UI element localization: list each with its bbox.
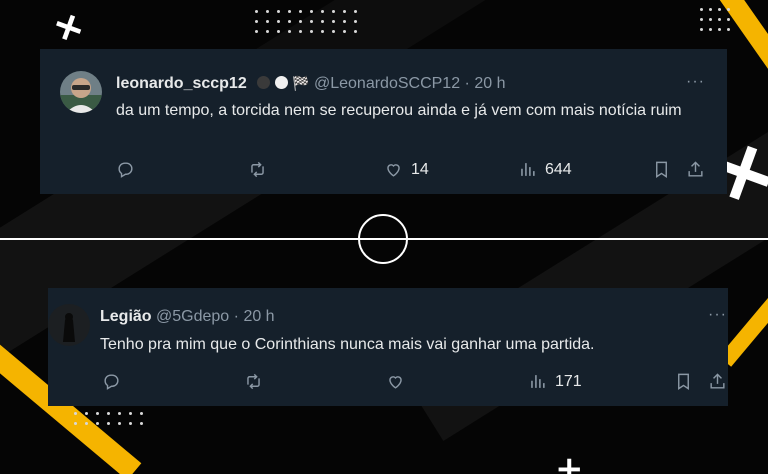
dot-pattern: [255, 10, 357, 33]
tweet-text: Tenho pra mim que o Corinthians nunca ma…: [100, 336, 595, 353]
views-count: 644: [545, 160, 572, 178]
bookmark-icon: [678, 373, 689, 390]
checkered-flag-icon: 🏁: [292, 75, 310, 91]
dot-pattern: [700, 8, 730, 31]
separator: ·: [233, 308, 239, 325]
share-button[interactable]: [686, 160, 705, 179]
plus-decoration: +: [45, 0, 93, 55]
avatar[interactable]: [48, 304, 90, 346]
views-button[interactable]: 171: [528, 372, 582, 391]
like-button[interactable]: 14: [384, 160, 429, 179]
handle[interactable]: @5Gdepo: [156, 308, 229, 325]
share-icon: [688, 161, 703, 177]
share-icon: [710, 373, 725, 389]
reply-button[interactable]: [102, 372, 129, 391]
retweet-icon: [247, 373, 260, 390]
center-circle: [358, 214, 408, 264]
tweet-header: leonardo_sccp12 🏁 @LeonardoSCCP12 · 20 h: [116, 75, 505, 93]
reply-icon: [118, 162, 133, 178]
circle-badge-icon: [274, 76, 288, 89]
timestamp[interactable]: 20 h: [243, 308, 274, 325]
dot-pattern: [74, 412, 143, 425]
tweet-header: Legião @5Gdepo · 20 h: [100, 308, 275, 326]
avatar[interactable]: [60, 71, 102, 113]
avatar-image: [48, 304, 90, 346]
circle-badge-icon: [257, 76, 271, 89]
reply-icon: [104, 374, 119, 390]
bookmark-icon: [656, 161, 667, 178]
display-name[interactable]: Legião: [100, 308, 152, 325]
bookmark-button[interactable]: [674, 372, 693, 391]
retweet-icon: [251, 161, 264, 178]
avatar-image: [60, 71, 102, 113]
separator: ·: [464, 75, 470, 92]
timestamp[interactable]: 20 h: [474, 75, 505, 92]
plus-decoration: +: [555, 449, 584, 474]
handle[interactable]: @LeonardoSCCP12: [314, 75, 460, 92]
views-icon: [531, 375, 545, 388]
more-options-icon[interactable]: ···: [686, 73, 705, 91]
reply-button[interactable]: [116, 160, 143, 179]
heart-icon: [387, 164, 400, 177]
tweet-card[interactable]: Legião @5Gdepo · 20 h ··· Tenho pra mim …: [48, 288, 728, 406]
views-button[interactable]: 644: [518, 160, 572, 179]
views-count: 171: [555, 372, 582, 390]
heart-icon: [389, 376, 402, 389]
bookmark-button[interactable]: [652, 160, 671, 179]
views-icon: [521, 163, 535, 176]
share-button[interactable]: [708, 372, 727, 391]
like-count: 14: [411, 160, 429, 178]
tweet-text: da um tempo, a torcida nem se recuperou …: [116, 102, 682, 119]
retweet-button[interactable]: [244, 372, 271, 391]
tweet-card[interactable]: leonardo_sccp12 🏁 @LeonardoSCCP12 · 20 h…: [40, 49, 727, 194]
display-name[interactable]: leonardo_sccp12: [116, 75, 247, 92]
retweet-button[interactable]: [248, 160, 275, 179]
more-options-icon[interactable]: ···: [708, 306, 727, 324]
like-button[interactable]: [386, 372, 413, 391]
